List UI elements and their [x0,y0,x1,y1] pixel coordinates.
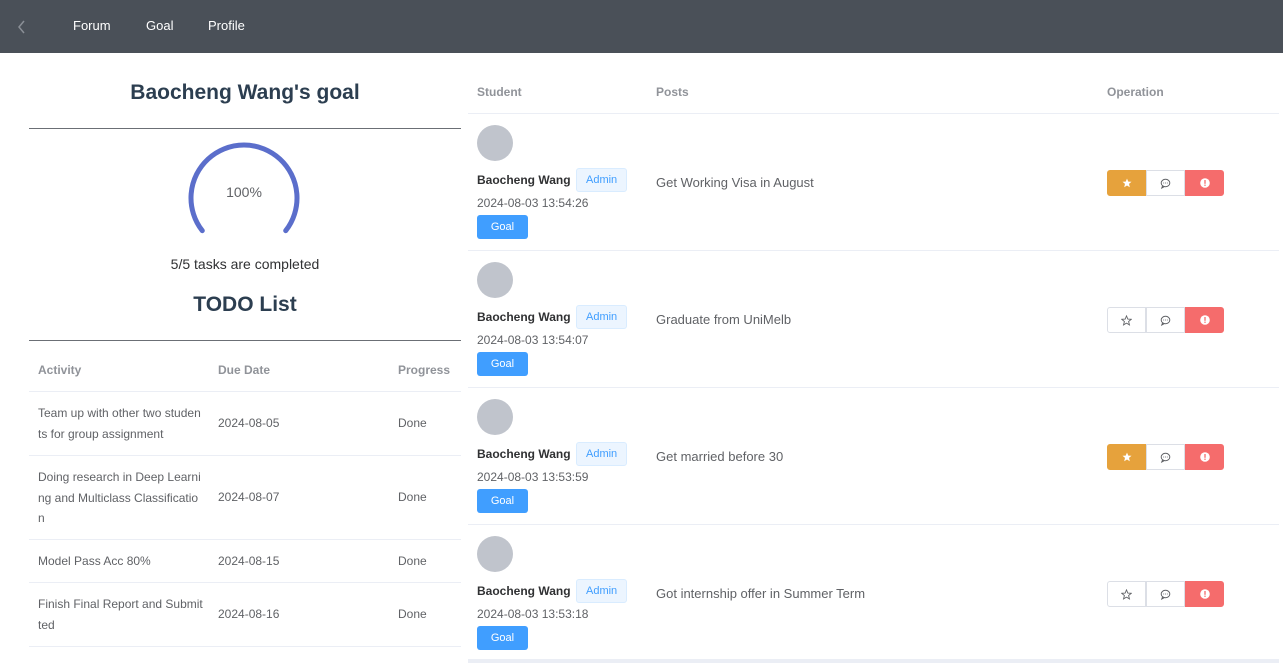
avatar[interactable] [477,536,513,572]
tasks-summary: 5/5 tasks are completed [170,256,320,272]
report-button[interactable] [1185,170,1224,196]
nav-item-forum[interactable]: Forum [73,17,111,35]
todo-progress: Done [398,554,427,568]
star-outline-icon [1121,588,1132,600]
avatar[interactable] [477,399,513,435]
warning-circle-icon [1199,452,1210,462]
operation-buttons [1107,444,1224,470]
warning-circle-icon [1199,178,1210,188]
posts-table: Student Posts Operation Baocheng Wang Ad… [468,70,1279,662]
todo-due-date: 2024-08-15 [218,554,280,568]
report-button[interactable] [1185,307,1224,333]
star-button[interactable] [1107,581,1146,607]
post-text[interactable]: Get married before 30 [656,449,783,464]
todo-table: Activity Due Date Progress Team up with … [29,349,461,647]
posts-table-header: Student Posts Operation [468,70,1279,114]
warning-circle-icon [1199,589,1210,599]
goal-button[interactable]: Goal [477,215,528,239]
header-student[interactable]: Student [477,85,522,99]
todo-table-header: Activity Due Date Progress [29,349,461,392]
table-row: Team up with other two students for grou… [29,392,461,456]
todo-progress: Done [398,416,427,430]
star-outline-icon [1121,314,1132,326]
post-text[interactable]: Got internship offer in Summer Term [656,586,865,601]
star-button[interactable] [1107,444,1146,470]
table-row: Baocheng Wang Admin 2024-08-03 13:53:18 … [468,525,1279,662]
operation-buttons [1107,170,1224,196]
post-timestamp: 2024-08-03 13:53:18 [477,607,589,621]
star-filled-icon [1122,178,1131,188]
author-name: Baocheng Wang [477,173,571,187]
todo-activity: Doing research in Deep Learning and Mult… [38,470,201,525]
comment-icon [1160,315,1171,326]
comment-icon [1160,589,1171,600]
header-activity[interactable]: Activity [38,363,81,377]
post-text[interactable]: Get Working Visa in August [656,175,814,190]
comment-icon [1160,178,1171,189]
star-button[interactable] [1107,307,1146,333]
report-button[interactable] [1185,444,1224,470]
comment-icon [1160,452,1171,463]
post-timestamp: 2024-08-03 13:54:26 [477,196,589,210]
header-posts[interactable]: Posts [656,85,689,99]
back-button[interactable] [14,18,30,36]
table-row: Baocheng Wang Admin 2024-08-03 13:54:26 … [468,114,1279,251]
todo-title: TODO List [193,293,297,316]
goal-button[interactable]: Goal [477,489,528,513]
todo-due-date: 2024-08-16 [218,607,280,621]
comment-button[interactable] [1146,170,1185,196]
todo-progress: Done [398,607,427,621]
avatar[interactable] [477,262,513,298]
admin-badge: Admin [576,442,628,466]
divider [29,128,461,129]
operation-buttons [1107,307,1224,333]
avatar[interactable] [477,125,513,161]
warning-circle-icon [1199,315,1210,325]
top-nav-bar: Forum Goal Profile [0,0,1283,53]
horizontal-scrollbar[interactable] [468,659,1279,663]
nav-item-goal[interactable]: Goal [146,17,173,35]
todo-activity: Finish Final Report and Submitted [38,597,203,632]
divider [29,340,461,341]
admin-badge: Admin [576,305,628,329]
post-timestamp: 2024-08-03 13:54:07 [477,333,589,347]
post-text[interactable]: Graduate from UniMelb [656,312,791,327]
author-name: Baocheng Wang [477,584,571,598]
star-filled-icon [1122,452,1131,462]
report-button[interactable] [1185,581,1224,607]
progress-percent: 100% [226,184,262,200]
admin-badge: Admin [576,579,628,603]
todo-progress: Done [398,490,427,504]
header-progress[interactable]: Progress [398,363,450,377]
table-row: Finish Final Report and Submitted 2024-0… [29,583,461,647]
author-name: Baocheng Wang [477,447,571,461]
chevron-left-icon [18,20,25,34]
goal-button[interactable]: Goal [477,352,528,376]
comment-button[interactable] [1146,581,1185,607]
post-timestamp: 2024-08-03 13:53:59 [477,470,589,484]
todo-due-date: 2024-08-05 [218,416,280,430]
goal-button[interactable]: Goal [477,626,528,650]
author-name: Baocheng Wang [477,310,571,324]
star-button[interactable] [1107,170,1146,196]
table-row: Baocheng Wang Admin 2024-08-03 13:54:07 … [468,251,1279,388]
todo-due-date: 2024-08-07 [218,490,280,504]
todo-activity: Model Pass Acc 80% [38,554,151,568]
comment-button[interactable] [1146,444,1185,470]
table-row: Doing research in Deep Learning and Mult… [29,456,461,540]
operation-buttons [1107,581,1224,607]
header-due-date[interactable]: Due Date [218,363,270,377]
todo-activity: Team up with other two students for grou… [38,406,201,441]
header-operation[interactable]: Operation [1107,85,1164,99]
comment-button[interactable] [1146,307,1185,333]
table-row: Baocheng Wang Admin 2024-08-03 13:53:59 … [468,388,1279,525]
nav-item-profile[interactable]: Profile [208,17,245,35]
admin-badge: Admin [576,168,628,192]
goal-title: Baocheng Wang's goal [130,81,360,104]
table-row: Model Pass Acc 80% 2024-08-15 Done [29,540,461,583]
